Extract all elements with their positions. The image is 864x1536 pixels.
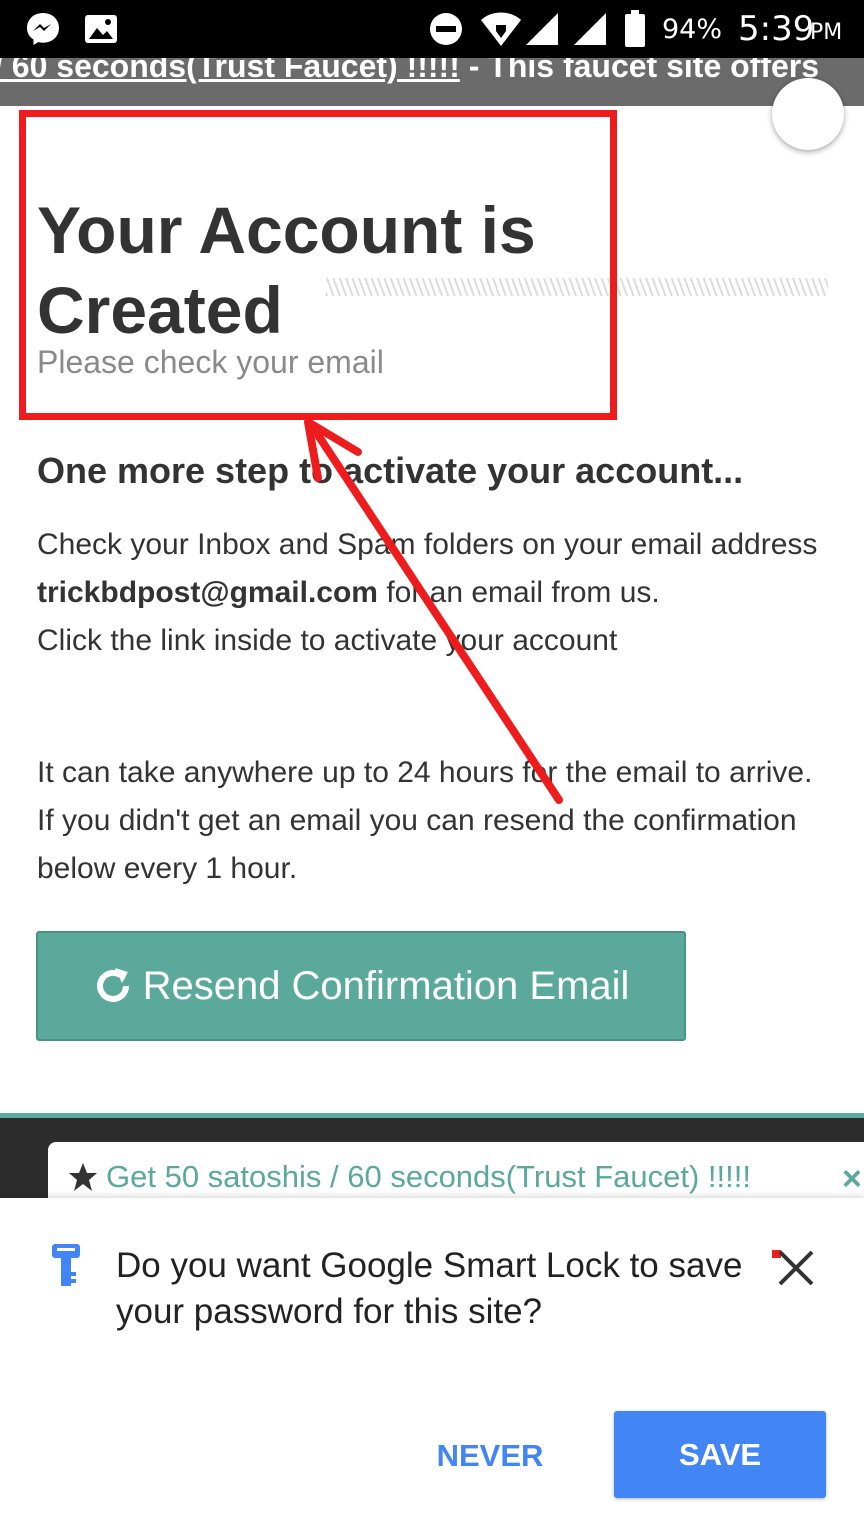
bookmark-link[interactable]: Get 50 satoshis / 60 seconds(Trust Fauce… <box>106 1159 751 1195</box>
signal-icon <box>572 0 608 58</box>
clock-ampm: PM <box>810 19 843 45</box>
battery-icon <box>624 0 646 58</box>
key-icon <box>50 1242 82 1293</box>
close-icon[interactable] <box>772 1244 818 1290</box>
instructions-paragraph: Check your Inbox and Spam folders on you… <box>37 521 827 665</box>
scroll-top-button[interactable] <box>772 78 844 150</box>
resend-button-label: Resend Confirmation Email <box>142 963 630 1008</box>
battery-percent: 94% <box>662 13 723 45</box>
messenger-icon <box>24 0 62 58</box>
annotation-highlight-box <box>19 110 617 420</box>
status-bar: 94% 5:39 PM <box>0 0 864 58</box>
instructions-text: Check your Inbox and Spam folders on you… <box>37 528 818 561</box>
instructions-text: for an email from us. <box>377 576 660 609</box>
star-icon[interactable] <box>68 1162 98 1192</box>
instructions-text: Click the link inside to activate your a… <box>37 624 618 657</box>
marquee-text: - This faucet site offers <box>459 58 820 84</box>
email-address: trickbdpost@gmail.com <box>37 576 378 609</box>
do-not-disturb-icon <box>428 0 464 58</box>
delay-notice-paragraph: It can take anywhere up to 24 hours for … <box>37 756 813 885</box>
smart-lock-message: Do you want Google Smart Lock to save yo… <box>116 1246 743 1331</box>
refresh-icon <box>93 966 133 1006</box>
resend-confirmation-button[interactable]: Resend Confirmation Email <box>36 931 686 1041</box>
wifi-icon <box>480 0 522 58</box>
marquee-bar: / 60 seconds(Trust Faucet) !!!!! - This … <box>0 58 864 106</box>
bookmark-close-icon[interactable]: × <box>842 1160 862 1199</box>
clock-time: 5:39 <box>738 9 815 49</box>
step-heading: One more step to activate your account..… <box>37 450 744 491</box>
marquee-link[interactable]: / 60 seconds(Trust Faucet) !!!!! <box>0 58 460 84</box>
save-button[interactable]: SAVE <box>614 1411 826 1498</box>
never-button[interactable]: NEVER <box>420 1420 560 1492</box>
gallery-icon <box>84 0 118 58</box>
signal-icon <box>524 0 560 58</box>
